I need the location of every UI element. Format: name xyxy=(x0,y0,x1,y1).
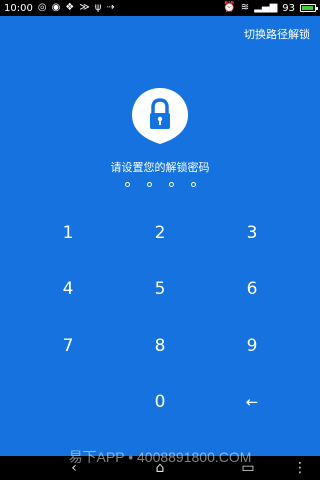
wifi-icon: ≋ xyxy=(240,2,250,13)
usb-icon: ψ xyxy=(94,2,102,13)
pin-dot xyxy=(168,182,174,187)
set-password-prompt: 请设置您的解锁密码 xyxy=(110,161,210,174)
key-3[interactable]: 3 xyxy=(222,213,282,253)
status-bar: 10:00 ◎ ◉ ❖ ≫ ψ ⇢ ⏰ ≋ ▂▄▆ 93 xyxy=(0,0,320,16)
backspace-button[interactable]: ← xyxy=(222,382,282,422)
signal-icon: ▂▄▆ xyxy=(254,2,278,13)
pin-dot xyxy=(190,182,196,187)
lock-badge xyxy=(130,86,190,146)
padlock-icon xyxy=(132,88,188,144)
battery-percent: 93 xyxy=(282,2,295,14)
clock: 10:00 xyxy=(4,2,33,14)
status-bar-right: ⏰ ≋ ▂▄▆ 93 xyxy=(223,2,318,14)
key-1[interactable]: 1 xyxy=(38,213,98,253)
key-7[interactable]: 7 xyxy=(38,326,98,366)
lock-setup-screen: 切换路径解锁 请设置您的解锁密码 1 2 3 4 5 6 7 8 9 0 ← xyxy=(0,16,320,456)
alarm-icon: ⏰ xyxy=(223,2,236,13)
back-icon[interactable]: ‹ xyxy=(62,459,86,477)
key-9[interactable]: 9 xyxy=(222,326,282,366)
circles-icon: ◎ xyxy=(37,2,47,13)
menu-icon[interactable]: ⋮ xyxy=(288,459,312,477)
recents-icon[interactable]: ▭ xyxy=(236,459,260,477)
usb-icon: ⇢ xyxy=(106,2,115,13)
switch-to-pattern-unlock-link[interactable]: 切换路径解锁 xyxy=(244,26,310,42)
key-8[interactable]: 8 xyxy=(130,326,190,366)
home-icon[interactable]: ⌂ xyxy=(148,459,172,477)
status-bar-left: 10:00 ◎ ◉ ❖ ≫ ψ ⇢ xyxy=(4,3,115,14)
pin-dot xyxy=(146,182,152,187)
battery-icon xyxy=(300,4,318,12)
key-5[interactable]: 5 xyxy=(130,269,190,309)
battery-fill xyxy=(302,6,313,10)
chat-icon: ❖ xyxy=(65,2,75,13)
pin-indicator xyxy=(0,182,320,187)
pin-dot xyxy=(124,182,130,187)
navigation-bar: ‹ ⌂ ▭ ⋮ xyxy=(0,456,320,480)
key-0[interactable]: 0 xyxy=(130,382,190,422)
key-4[interactable]: 4 xyxy=(38,269,98,309)
bird-icon: ≫ xyxy=(79,2,90,13)
swirl-icon: ◉ xyxy=(51,2,61,13)
key-6[interactable]: 6 xyxy=(222,269,282,309)
key-2[interactable]: 2 xyxy=(130,213,190,253)
